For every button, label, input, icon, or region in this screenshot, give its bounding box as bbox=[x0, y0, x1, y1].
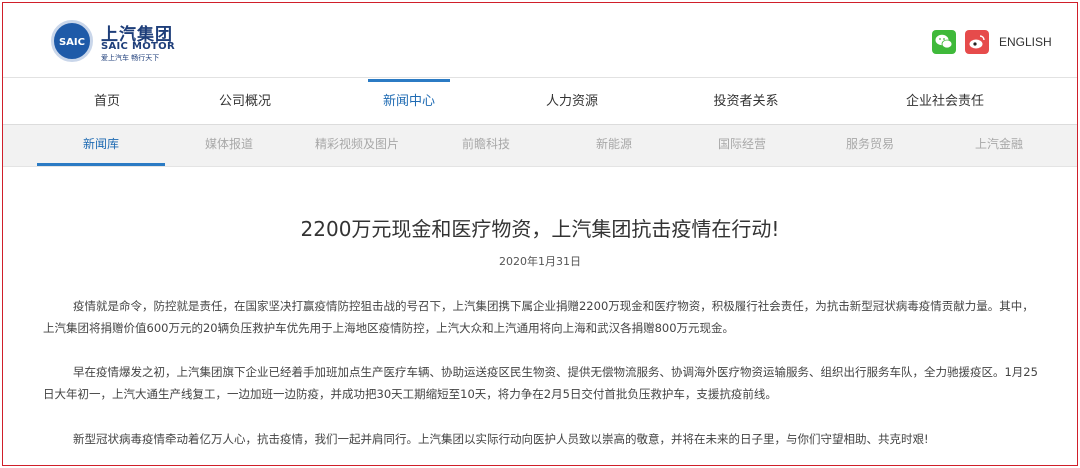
nav-item-news-center[interactable]: 新闻中心 bbox=[383, 79, 435, 125]
page-frame: SAIC 上汽集团 SAIC MOTOR 爱上汽车 畅行天下 ENGLISH 首… bbox=[2, 2, 1078, 466]
nav-item-csr[interactable]: 企业社会责任 bbox=[906, 79, 984, 125]
brand-slogan: 爱上汽车 畅行天下 bbox=[101, 54, 160, 62]
article-date: 2020年1月31日 bbox=[499, 255, 581, 268]
nav-item-home[interactable]: 首页 bbox=[94, 79, 120, 125]
main-nav: 首页 公司概况 新闻中心 人力资源 投资者关系 企业社会责任 bbox=[3, 79, 1077, 125]
sub-nav-saic-finance[interactable]: 上汽金融 bbox=[975, 125, 1023, 165]
article-paragraph: 新型冠状病毒疫情牵动着亿万人心，抗击疫情，我们一起并肩同行。上汽集团以实际行动向… bbox=[73, 432, 929, 446]
sub-nav-active-indicator bbox=[37, 163, 165, 166]
sub-nav-news-library[interactable]: 新闻库 bbox=[83, 125, 119, 165]
article-paragraph: 早在疫情爆发之初，上汽集团旗下企业已经着手加班加点生产医疗车辆、协助运送疫区民生… bbox=[43, 365, 1038, 401]
article-paragraph: 疫情就是命令，防控就是责任，在国家坚决打赢疫情防控狙击战的号召下，上汽集团携下属… bbox=[43, 299, 1034, 335]
wechat-icon[interactable] bbox=[932, 30, 956, 54]
sub-nav-service-trade[interactable]: 服务贸易 bbox=[846, 125, 894, 165]
weibo-icon[interactable] bbox=[965, 30, 989, 54]
nav-item-human-resources[interactable]: 人力资源 bbox=[546, 79, 598, 125]
saic-logo-mark: SAIC bbox=[51, 20, 93, 62]
logo-mark-text: SAIC bbox=[58, 37, 85, 48]
nav-item-company-overview[interactable]: 公司概况 bbox=[219, 79, 271, 125]
saic-logo[interactable]: SAIC 上汽集团 SAIC MOTOR 爱上汽车 畅行天下 bbox=[51, 18, 191, 66]
sub-nav-new-energy[interactable]: 新能源 bbox=[596, 125, 632, 165]
brand-name-en: SAIC MOTOR bbox=[101, 41, 175, 52]
site-header: SAIC 上汽集团 SAIC MOTOR 爱上汽车 畅行天下 ENGLISH bbox=[3, 3, 1077, 78]
sub-nav-videos-photos[interactable]: 精彩视频及图片 bbox=[315, 125, 399, 165]
sub-nav-forward-tech[interactable]: 前瞻科技 bbox=[462, 125, 510, 165]
nav-item-investor-relations[interactable]: 投资者关系 bbox=[713, 79, 778, 125]
sub-nav-media-reports[interactable]: 媒体报道 bbox=[205, 125, 253, 165]
article-title: 2200万元现金和医疗物资，上汽集团抗击疫情在行动! bbox=[300, 217, 780, 241]
sub-nav-international[interactable]: 国际经营 bbox=[718, 125, 766, 165]
english-language-link[interactable]: ENGLISH bbox=[999, 35, 1052, 49]
sub-nav: 新闻库 媒体报道 精彩视频及图片 前瞻科技 新能源 国际经营 服务贸易 上汽金融 bbox=[3, 125, 1077, 167]
